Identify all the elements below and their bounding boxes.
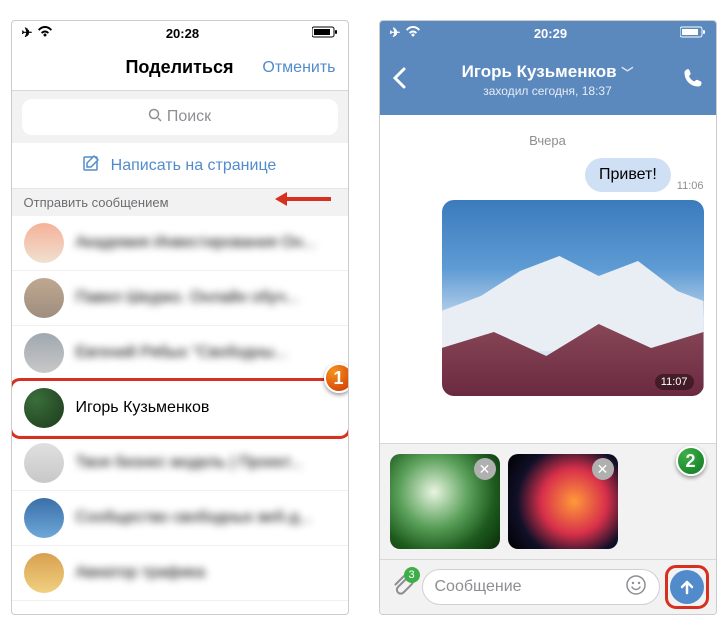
attachment-tray: ✕ ✕: [380, 443, 716, 559]
search-input[interactable]: Поиск: [22, 99, 338, 135]
contact-list: Академия Инвестирования Он... Павел Шкур…: [12, 216, 348, 614]
battery-icon: [312, 26, 338, 41]
contact-row[interactable]: Авиатор трафика: [12, 546, 348, 601]
back-button[interactable]: [392, 67, 418, 94]
message-placeholder: Сообщение: [435, 578, 522, 596]
avatar: [24, 553, 64, 593]
chat-body: Вчера Привет! 11:06 11:07: [380, 115, 716, 443]
battery-icon: [680, 26, 706, 41]
remove-attachment-button[interactable]: ✕: [592, 458, 614, 480]
section-send-message: Отправить сообщением: [12, 189, 348, 216]
message-input[interactable]: Сообщение: [422, 569, 660, 605]
message-time: 11:07: [655, 374, 694, 390]
day-separator: Вчера: [529, 133, 566, 148]
contact-name: Павел Шкурко. Онлайн обуч...: [76, 289, 300, 307]
contact-row[interactable]: Павел Шкурко. Онлайн обуч...: [12, 271, 348, 326]
avatar: [24, 278, 64, 318]
message-image[interactable]: 11:07: [442, 200, 704, 396]
avatar: [24, 223, 64, 263]
contact-row[interactable]: Евгений Рябых "Свободны...: [12, 326, 348, 381]
wifi-icon: [405, 26, 421, 41]
chat-screen: ✈︎ 20:29 Игорь Кузьменков ﹀ заходил сего…: [379, 20, 717, 615]
contact-name: Авиатор трафика: [76, 564, 206, 582]
input-bar: 3 Сообщение 2: [380, 559, 716, 614]
last-seen: заходил сегодня, 18:37: [430, 84, 666, 98]
avatar: [24, 498, 64, 538]
write-on-wall-button[interactable]: Написать на странице: [12, 143, 348, 189]
edit-icon: [83, 154, 101, 177]
annotation-badge-1: 1: [324, 363, 348, 393]
contact-name: Евгений Рябых "Свободны...: [76, 344, 288, 362]
avatar: [24, 388, 64, 428]
status-bar: ✈︎ 20:28: [12, 21, 348, 45]
share-sheet-screen: ✈︎ 20:28 Поделиться Отменить Поиск Напис…: [11, 20, 349, 615]
status-time: 20:28: [166, 26, 199, 41]
send-button[interactable]: [670, 570, 704, 604]
avatar: [24, 333, 64, 373]
contact-row-highlighted[interactable]: Игорь Кузьменков 1: [12, 381, 348, 436]
call-button[interactable]: [678, 67, 704, 94]
share-title: Поделиться: [125, 57, 233, 78]
remove-attachment-button[interactable]: ✕: [474, 458, 496, 480]
emoji-icon[interactable]: [625, 574, 647, 601]
attachment-thumb[interactable]: ✕: [390, 454, 500, 549]
attachment-thumb[interactable]: ✕: [508, 454, 618, 549]
avatar: [24, 443, 64, 483]
search-placeholder: Поиск: [167, 108, 211, 126]
airplane-mode-icon: ✈︎: [22, 25, 33, 41]
contact-name: Игорь Кузьменков: [76, 399, 210, 417]
chat-title[interactable]: Игорь Кузьменков ﹀ заходил сегодня, 18:3…: [430, 62, 666, 98]
search-container: Поиск: [12, 91, 348, 143]
cancel-button[interactable]: Отменить: [262, 59, 335, 77]
wifi-icon: [37, 26, 53, 41]
attach-button[interactable]: 3: [390, 573, 414, 602]
airplane-mode-icon: ✈︎: [390, 25, 401, 41]
search-icon: [148, 108, 162, 127]
message-time: 11:06: [677, 180, 704, 192]
annotation-arrow: [273, 189, 333, 212]
status-bar: ✈︎ 20:29: [380, 21, 716, 45]
write-on-wall-label: Написать на странице: [111, 157, 277, 175]
chat-header: Игорь Кузьменков ﹀ заходил сегодня, 18:3…: [380, 45, 716, 115]
message-outgoing: Привет! 11:06: [392, 158, 704, 192]
contact-row[interactable]: Твоя бизнес модель | Проект...: [12, 436, 348, 491]
contact-name: Твоя бизнес модель | Проект...: [76, 454, 303, 472]
share-header: Поделиться Отменить: [12, 45, 348, 91]
message-bubble[interactable]: Привет!: [585, 158, 671, 192]
chevron-down-icon: ﹀: [621, 66, 633, 80]
annotation-badge-2: 2: [676, 446, 706, 476]
attachment-count-badge: 3: [404, 567, 420, 583]
contact-name: Сообщество свободных веб-д...: [76, 509, 313, 527]
contact-row[interactable]: Сообщество свободных веб-д...: [12, 491, 348, 546]
contact-name: Академия Инвестирования Он...: [76, 234, 317, 252]
status-time: 20:29: [534, 26, 567, 41]
send-button-highlight: 2: [668, 568, 706, 606]
contact-row[interactable]: Академия Инвестирования Он...: [12, 216, 348, 271]
